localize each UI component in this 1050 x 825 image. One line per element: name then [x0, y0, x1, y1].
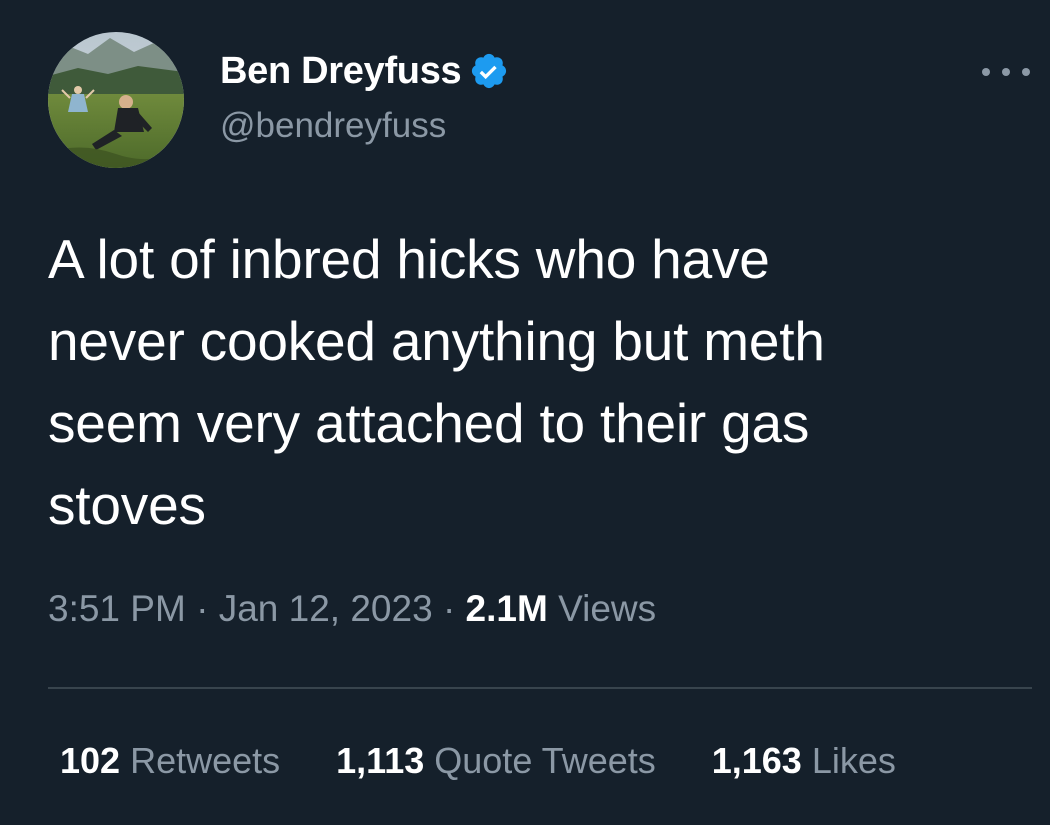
- more-horizontal-icon: [982, 68, 990, 76]
- author-name-row[interactable]: Ben Dreyfuss: [220, 48, 509, 94]
- more-horizontal-icon: [1022, 68, 1030, 76]
- likes-stat[interactable]: 1,163 Likes: [712, 740, 896, 782]
- verified-badge-icon: [469, 51, 509, 91]
- likes-label: Likes: [811, 740, 896, 781]
- tweet-date[interactable]: Jan 12, 2023: [219, 588, 433, 629]
- retweets-count: 102: [60, 740, 131, 781]
- more-options-button[interactable]: [982, 58, 1030, 86]
- tweet-text: A lot of inbred hicks who have never coo…: [48, 218, 1018, 546]
- views-count: 2.1M: [465, 588, 559, 629]
- quote-tweets-label: Quote Tweets: [434, 740, 656, 781]
- tweet-time[interactable]: 3:51 PM: [48, 588, 186, 629]
- avatar-image: [48, 32, 184, 168]
- engagement-stats: 102 Retweets 1,113 Quote Tweets 1,163 Li…: [60, 740, 952, 782]
- more-horizontal-icon: [1002, 68, 1010, 76]
- meta-separator: ·: [196, 588, 219, 629]
- author-name[interactable]: Ben Dreyfuss: [220, 50, 462, 93]
- divider: [48, 687, 1032, 689]
- quote-tweets-count: 1,113: [336, 740, 435, 781]
- avatar[interactable]: [48, 32, 184, 168]
- quote-tweets-stat[interactable]: 1,113 Quote Tweets: [336, 740, 656, 782]
- author-handle[interactable]: @bendreyfuss: [220, 106, 446, 146]
- tweet-meta: 3:51 PM · Jan 12, 2023 · 2.1M Views: [48, 588, 656, 630]
- likes-count: 1,163: [711, 740, 812, 781]
- meta-separator: ·: [442, 588, 466, 629]
- tweet-detail: Ben Dreyfuss @bendreyfuss A lot of inbre…: [0, 0, 1050, 825]
- views-label: Views: [558, 588, 657, 629]
- tweet-text-line: stoves: [48, 474, 206, 536]
- tweet-text-line: never cooked anything but meth: [48, 310, 825, 372]
- tweet-text-line: seem very attached to their gas: [48, 392, 810, 454]
- retweets-stat[interactable]: 102 Retweets: [60, 740, 280, 782]
- tweet-text-line: A lot of inbred hicks who have: [48, 228, 770, 290]
- retweets-label: Retweets: [130, 740, 281, 781]
